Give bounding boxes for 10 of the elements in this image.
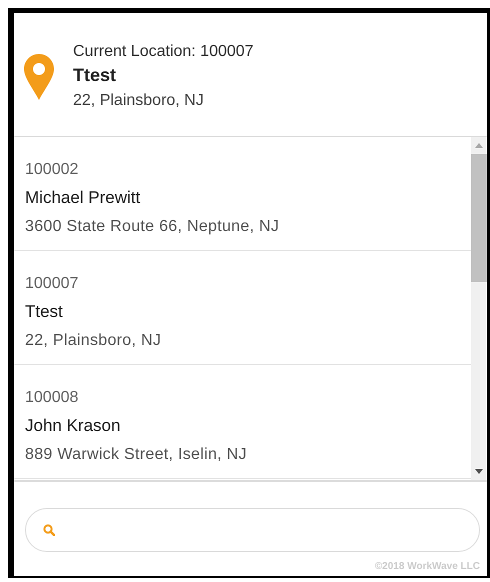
location-pin-icon — [24, 54, 54, 100]
scrollbar[interactable] — [471, 137, 487, 480]
search-icon — [43, 524, 55, 536]
current-location-label: Current Location: 100007 — [73, 42, 254, 62]
search-field[interactable] — [25, 508, 480, 552]
scroll-down-arrow-icon[interactable] — [475, 469, 483, 474]
scrollbar-thumb[interactable] — [471, 154, 487, 282]
current-location-name: Ttest — [73, 64, 118, 87]
current-location-address: 22, Plainsboro, NJ — [73, 91, 205, 111]
scroll-up-arrow-icon[interactable] — [475, 143, 483, 148]
